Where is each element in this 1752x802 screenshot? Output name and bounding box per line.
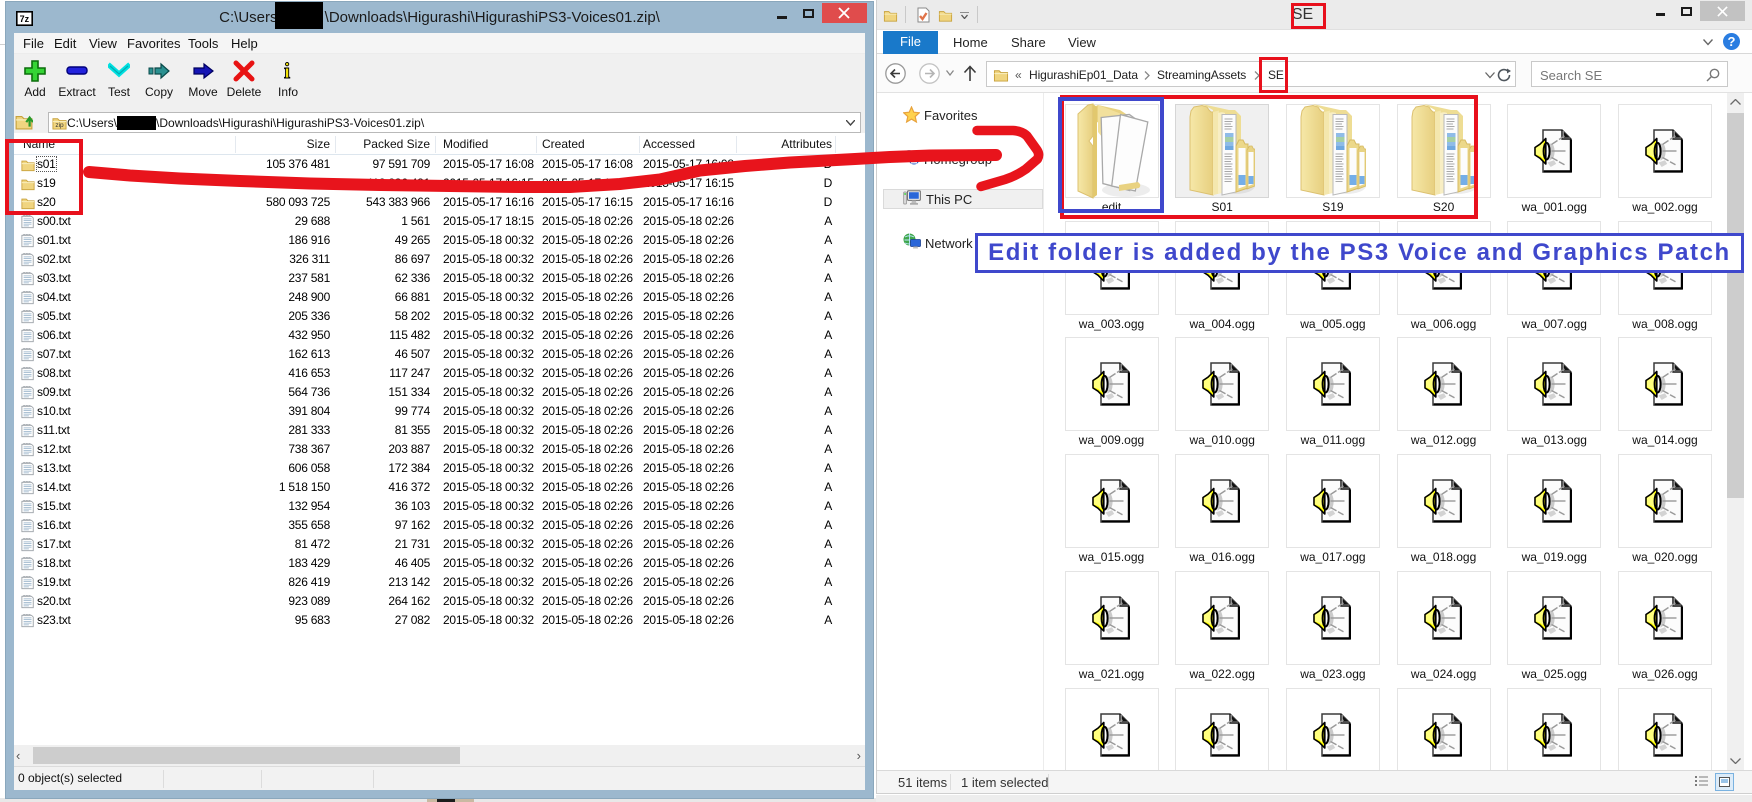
svg-text:zip: zip [55, 122, 64, 129]
svg-text:i: i [284, 60, 290, 82]
